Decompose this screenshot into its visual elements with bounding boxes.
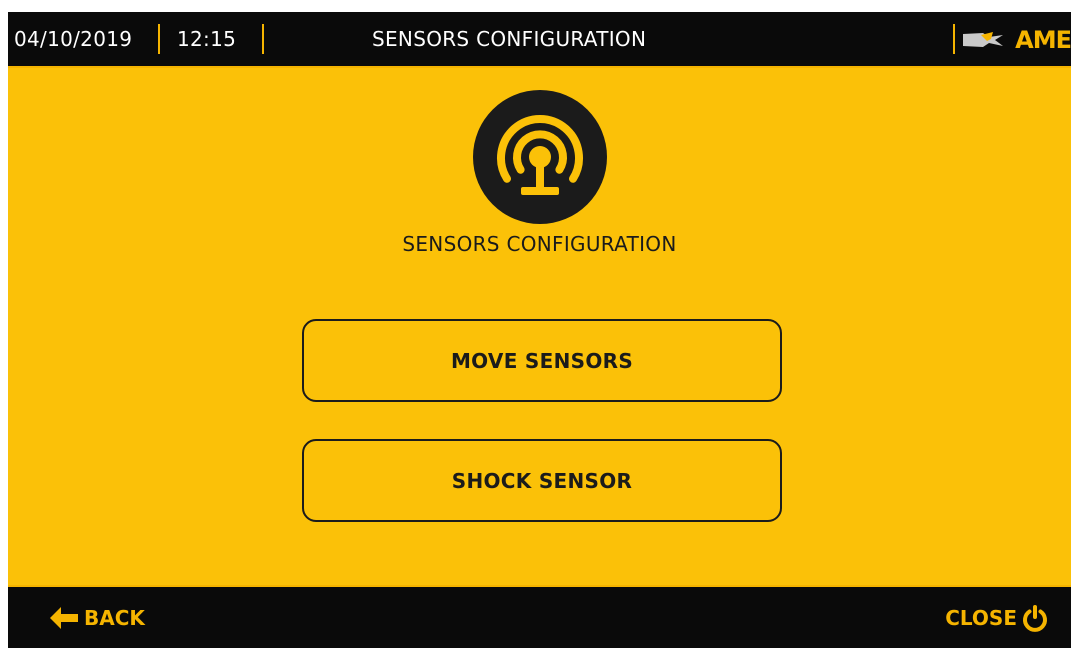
move-sensors-button[interactable]: MOVE SENSORS xyxy=(302,319,782,402)
page-title: SENSORS CONFIGURATION xyxy=(372,27,647,51)
logo-divider xyxy=(953,24,955,54)
back-label: BACK xyxy=(84,606,145,630)
device-frame: 04/10/2019 12:15 SENSORS CONFIGURATION A… xyxy=(8,12,1071,648)
time-display: 12:15 xyxy=(177,27,237,51)
arrow-left-icon xyxy=(50,607,78,629)
power-icon xyxy=(1023,605,1047,632)
header-divider xyxy=(262,24,264,54)
date-display: 04/10/2019 xyxy=(14,27,133,51)
shock-sensor-label: SHOCK SENSOR xyxy=(451,468,633,493)
header-divider xyxy=(158,24,160,54)
screen: 04/10/2019 12:15 SENSORS CONFIGURATION A… xyxy=(0,0,1071,648)
back-button[interactable]: BACK xyxy=(48,603,145,633)
brand-logo: AME xyxy=(953,22,1071,56)
logo-text: AME xyxy=(1015,26,1071,54)
main-content: SENSORS CONFIGURATION MOVE SENSORS SHOCK… xyxy=(8,68,1071,585)
header-bar: 04/10/2019 12:15 SENSORS CONFIGURATION A… xyxy=(8,12,1071,66)
move-sensors-label: MOVE SENSORS xyxy=(450,348,634,373)
sensor-antenna-icon xyxy=(473,90,607,224)
shock-sensor-button[interactable]: SHOCK SENSOR xyxy=(302,439,782,522)
hawk-icon xyxy=(963,32,1003,47)
section-title: SENSORS CONFIGURATION xyxy=(402,232,677,256)
close-label: CLOSE xyxy=(945,606,1017,630)
footer-bar: BACK CLOSE xyxy=(8,587,1071,648)
close-button[interactable]: CLOSE xyxy=(945,603,1049,633)
